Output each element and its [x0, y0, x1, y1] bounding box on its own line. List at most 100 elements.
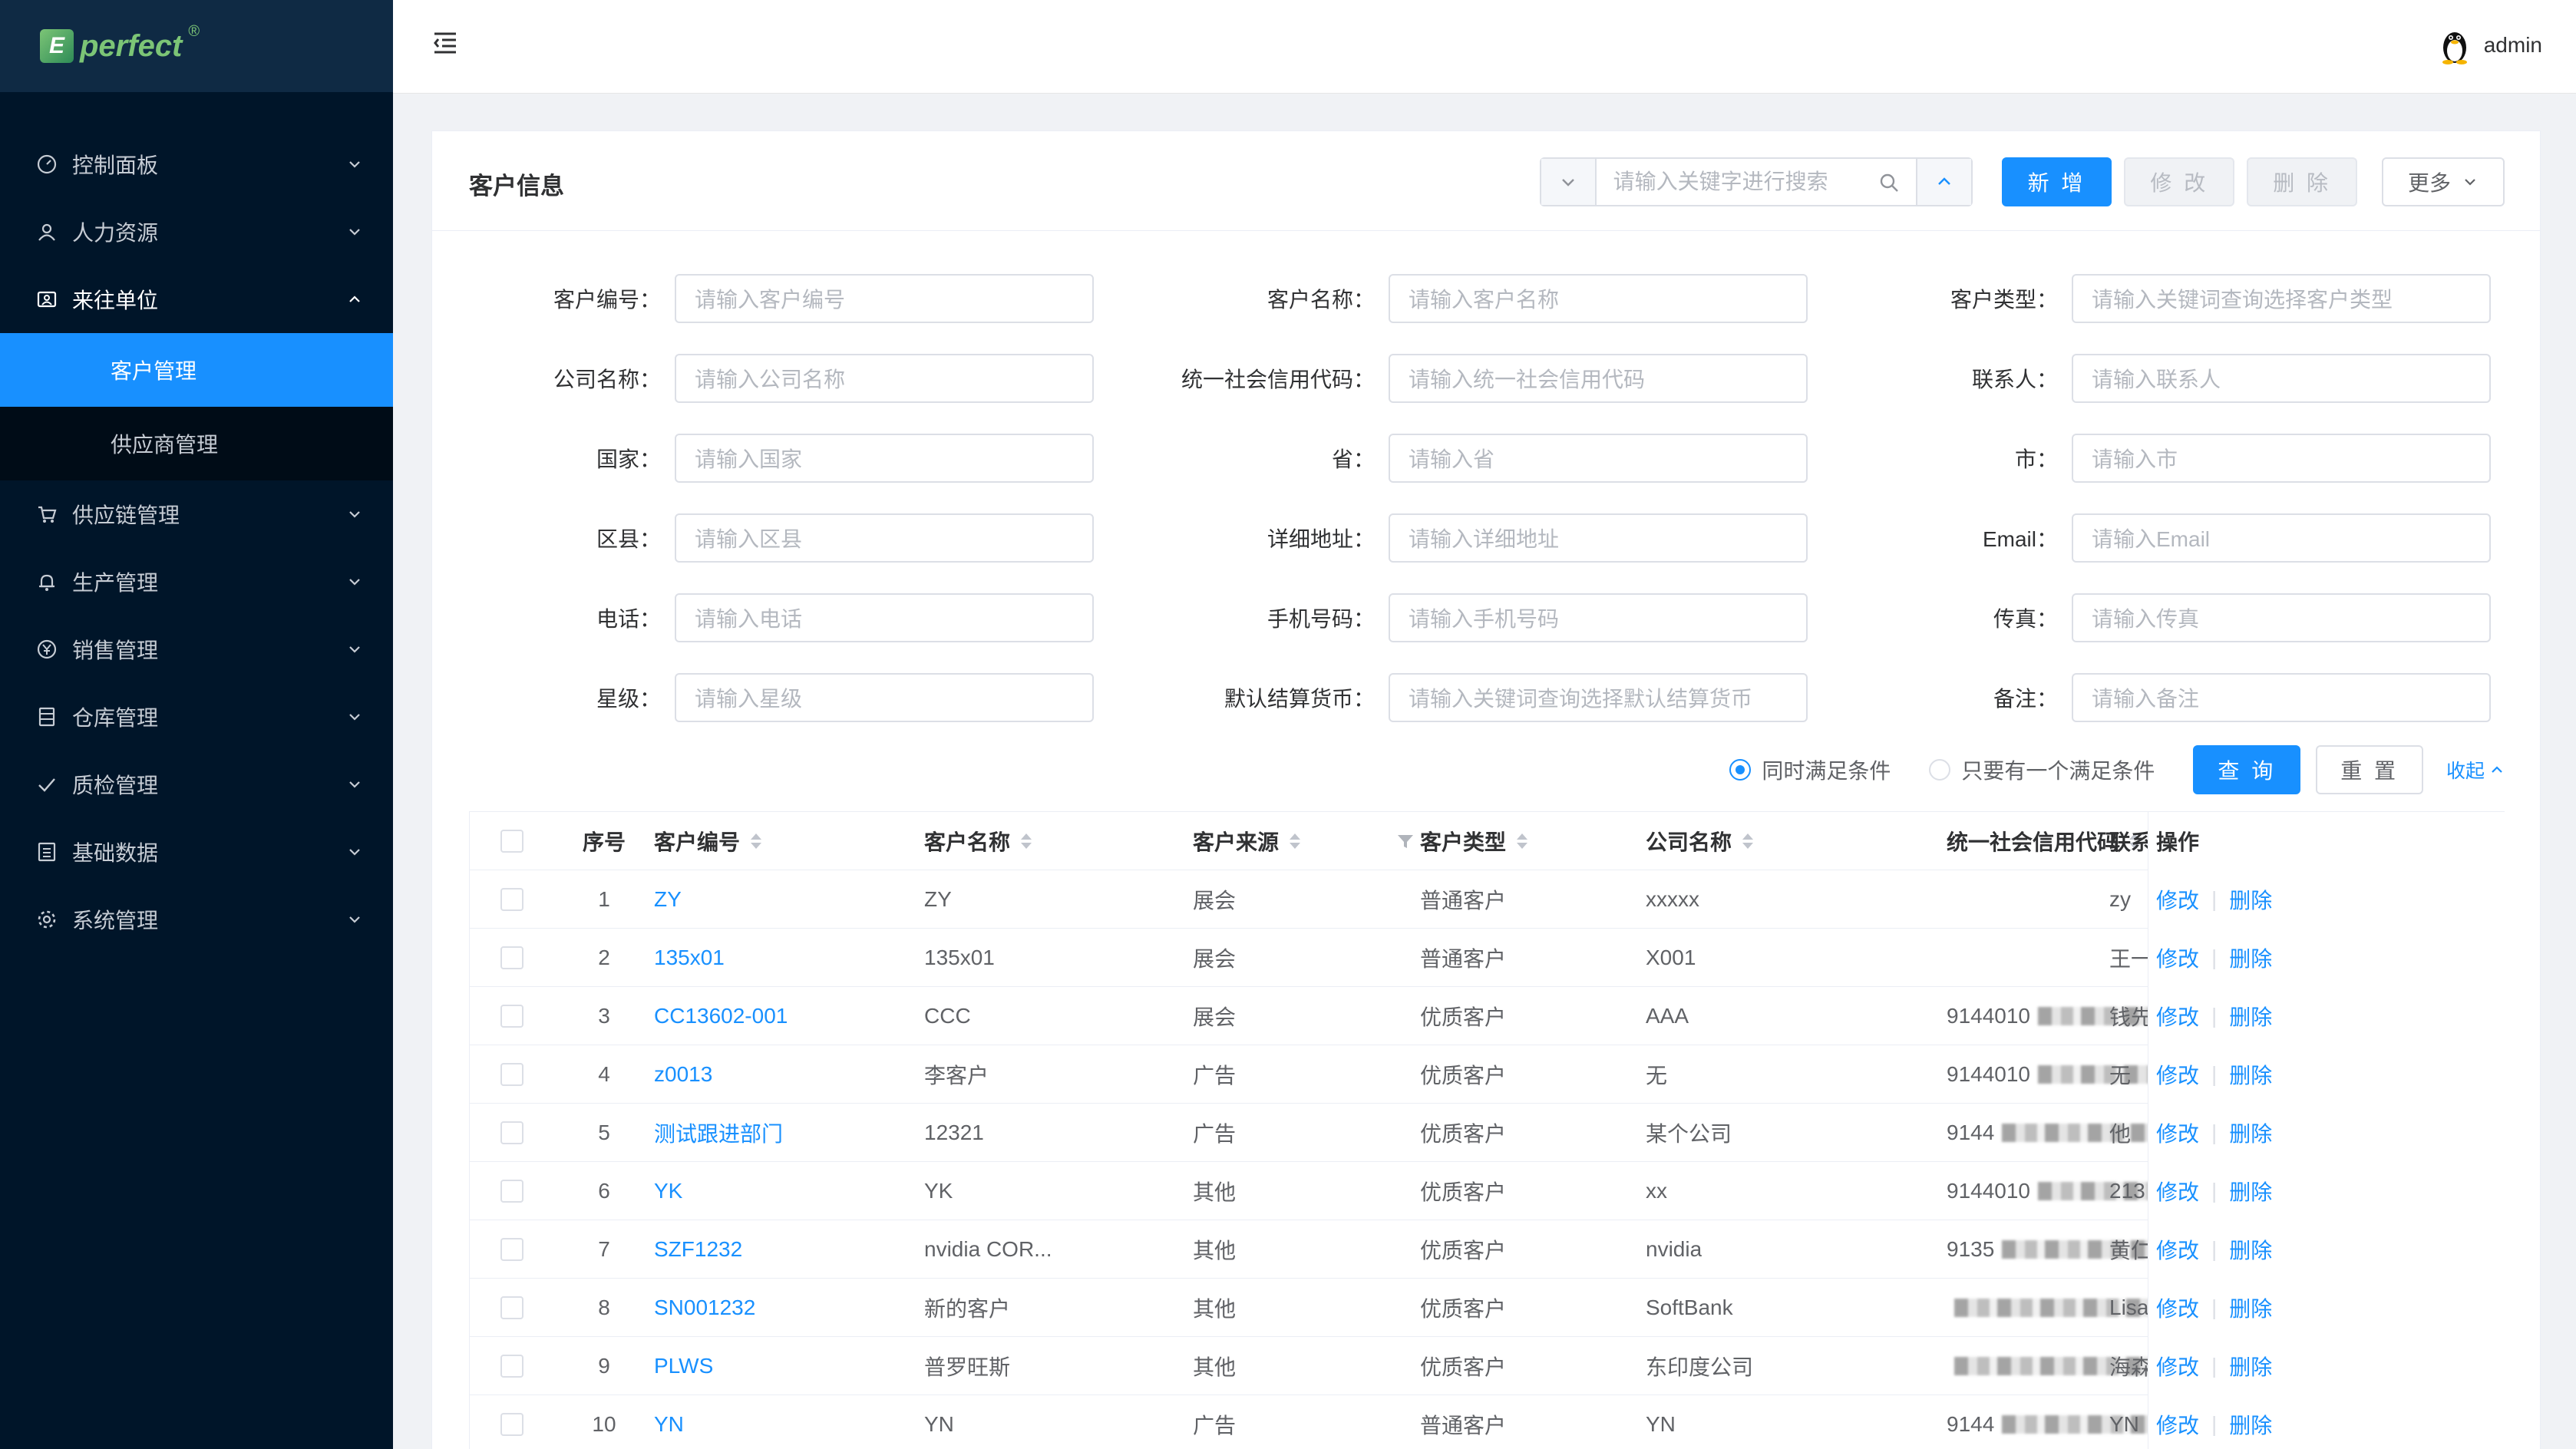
submenu-item[interactable]: 客户管理 [0, 333, 393, 407]
row-checkbox[interactable] [500, 946, 523, 969]
row-edit-link[interactable]: 修改 [2156, 884, 2199, 915]
cell-text[interactable]: 135x01 [654, 946, 725, 970]
add-button[interactable]: 新 增 [2001, 157, 2112, 206]
field-input[interactable]: 请输入市 [2072, 434, 2491, 483]
row-checkbox[interactable] [500, 1005, 523, 1028]
query-button[interactable]: 查 询 [2193, 745, 2301, 794]
cell-code[interactable]: 135x01 [654, 929, 725, 987]
row-delete-link[interactable]: 删除 [2229, 884, 2272, 915]
cell-code[interactable]: PLWS [654, 1337, 713, 1395]
sidebar-item[interactable]: 人力资源 [0, 198, 393, 266]
more-button[interactable]: 更多 [2381, 157, 2505, 206]
cell-text[interactable]: SN001232 [654, 1296, 755, 1320]
row-delete-link[interactable]: 删除 [2229, 1059, 2272, 1090]
sidebar-item[interactable]: 质检管理 [0, 751, 393, 818]
field-input[interactable]: 请输入客户名称 [1389, 274, 1808, 323]
delete-button[interactable]: 删 除 [2247, 157, 2357, 206]
row-checkbox[interactable] [500, 830, 523, 853]
match-all-option[interactable]: 同时满足条件 [1729, 754, 1891, 785]
row-delete-link[interactable]: 删除 [2229, 1234, 2272, 1265]
cell-code[interactable]: ZY [654, 870, 682, 929]
row-delete-link[interactable]: 删除 [2229, 1001, 2272, 1031]
search-icon[interactable] [1879, 173, 1899, 193]
field-input[interactable]: 请输入手机号码 [1389, 593, 1808, 642]
cell-code[interactable]: SN001232 [654, 1279, 755, 1337]
row-checkbox[interactable] [500, 1180, 523, 1203]
search-input[interactable] [1596, 159, 1916, 205]
sidebar-item[interactable]: 来往单位 [0, 266, 393, 333]
cell-code[interactable]: YN [654, 1395, 684, 1449]
field-input[interactable]: 请输入备注 [2072, 673, 2491, 722]
cell-text[interactable]: YK [654, 1179, 682, 1203]
field-input[interactable]: 请输入区县 [675, 513, 1094, 563]
row-edit-link[interactable]: 修改 [2156, 1409, 2199, 1440]
match-all-radio[interactable] [1729, 759, 1752, 781]
row-checkbox[interactable] [500, 1355, 523, 1378]
sidebar-item[interactable]: 生产管理 [0, 548, 393, 616]
search-expand-button[interactable] [1541, 159, 1595, 205]
row-checkbox[interactable] [500, 888, 523, 911]
sidebar-item[interactable]: 供应链管理 [0, 480, 393, 548]
row-delete-link[interactable]: 删除 [2229, 1409, 2272, 1440]
menu-fold-icon[interactable] [430, 28, 461, 58]
field-input[interactable]: 请输入客户编号 [675, 274, 1094, 323]
cell-text[interactable]: SZF1232 [654, 1237, 742, 1262]
field-input[interactable]: 请输入统一社会信用代码 [1389, 354, 1808, 403]
row-checkbox[interactable] [500, 1296, 523, 1319]
sidebar-item[interactable]: 控制面板 [0, 130, 393, 198]
submenu-item[interactable]: 供应商管理 [0, 407, 393, 480]
collapse-link[interactable]: 收起 [2446, 756, 2505, 784]
match-any-radio[interactable] [1929, 759, 1951, 781]
cell-text[interactable]: CC13602-001 [654, 1004, 788, 1028]
sort-icon[interactable] [1517, 833, 1528, 849]
sidebar-item[interactable]: 销售管理 [0, 616, 393, 683]
cell-code[interactable]: CC13602-001 [654, 987, 788, 1045]
column-header-company[interactable]: 公司名称 [1646, 812, 1754, 870]
field-input[interactable]: 请输入电话 [675, 593, 1094, 642]
field-input[interactable]: 请输入星级 [675, 673, 1094, 722]
row-edit-link[interactable]: 修改 [2156, 1059, 2199, 1090]
column-header-name[interactable]: 客户名称 [924, 812, 1032, 870]
filter-icon[interactable] [1395, 831, 1415, 851]
column-header-code[interactable]: 客户编号 [654, 812, 762, 870]
cell-text[interactable]: PLWS [654, 1354, 713, 1378]
field-input[interactable]: 请输入详细地址 [1389, 513, 1808, 563]
sort-icon[interactable] [1021, 833, 1032, 849]
row-delete-link[interactable]: 删除 [2229, 1176, 2272, 1206]
cell-code[interactable]: z0013 [654, 1045, 712, 1104]
sidebar-item[interactable]: 仓库管理 [0, 683, 393, 751]
row-checkbox[interactable] [500, 1063, 523, 1086]
cell-text[interactable]: YN [654, 1412, 684, 1437]
row-checkbox[interactable] [500, 1413, 523, 1436]
field-input[interactable]: 请输入Email [2072, 513, 2491, 563]
row-delete-link[interactable]: 删除 [2229, 1117, 2272, 1148]
row-edit-link[interactable]: 修改 [2156, 1234, 2199, 1265]
field-input[interactable]: 请输入传真 [2072, 593, 2491, 642]
column-header-source[interactable]: 客户来源 [1193, 812, 1415, 870]
cell-code[interactable]: YK [654, 1162, 682, 1220]
field-input[interactable]: 请输入联系人 [2072, 354, 2491, 403]
match-any-option[interactable]: 只要有一个满足条件 [1929, 754, 2155, 785]
field-input[interactable]: 请输入国家 [675, 434, 1094, 483]
row-edit-link[interactable]: 修改 [2156, 1292, 2199, 1323]
row-delete-link[interactable]: 删除 [2229, 942, 2272, 973]
field-input[interactable]: 请输入省 [1389, 434, 1808, 483]
sort-icon[interactable] [1742, 833, 1754, 849]
cell-text[interactable]: z0013 [654, 1062, 712, 1087]
field-input[interactable]: 请输入关键词查询选择默认结算货币 [1389, 673, 1808, 722]
row-checkbox[interactable] [500, 1121, 523, 1144]
cell-code[interactable]: SZF1232 [654, 1220, 742, 1279]
field-input[interactable]: 请输入关键词查询选择客户类型 [2072, 274, 2491, 323]
row-delete-link[interactable]: 删除 [2229, 1292, 2272, 1323]
cell-text[interactable]: ZY [654, 887, 682, 912]
sort-icon[interactable] [1290, 833, 1301, 849]
sidebar-item[interactable]: 系统管理 [0, 886, 393, 953]
column-header-type[interactable]: 客户类型 [1420, 812, 1528, 870]
row-edit-link[interactable]: 修改 [2156, 1176, 2199, 1206]
field-input[interactable]: 请输入公司名称 [675, 354, 1094, 403]
row-edit-link[interactable]: 修改 [2156, 1001, 2199, 1031]
sort-icon[interactable] [751, 833, 762, 849]
row-edit-link[interactable]: 修改 [2156, 1351, 2199, 1381]
reset-button[interactable]: 重 置 [2316, 745, 2423, 794]
row-edit-link[interactable]: 修改 [2156, 1117, 2199, 1148]
